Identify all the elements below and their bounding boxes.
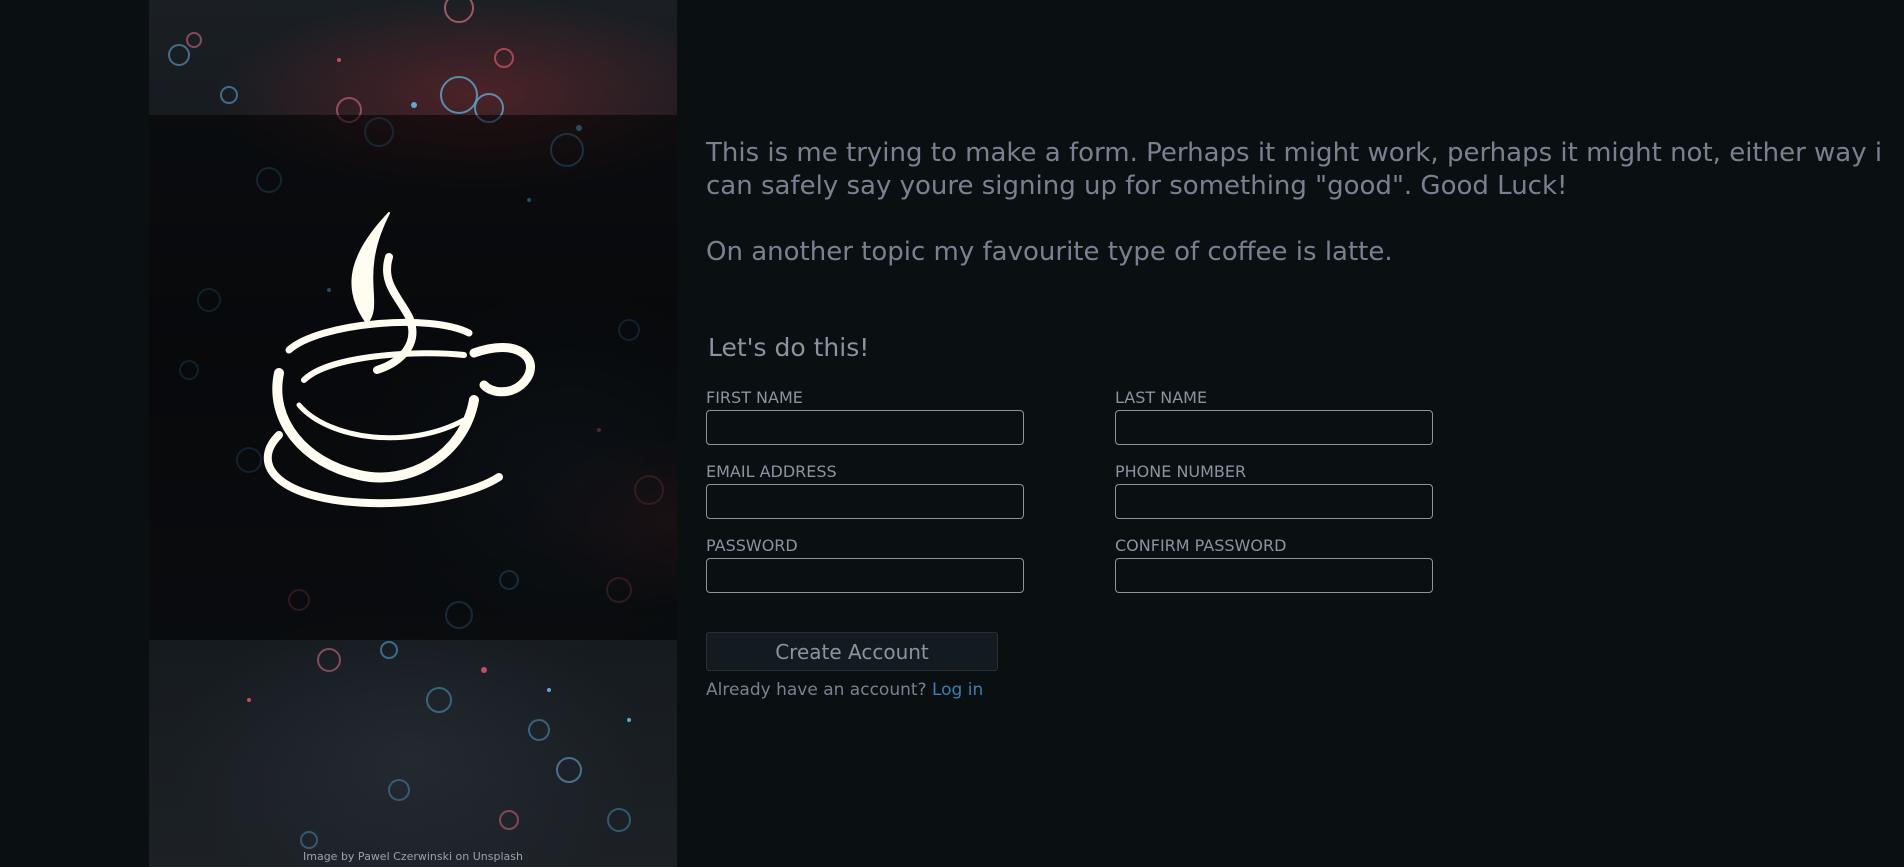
confirm-password-field: CONFIRM PASSWORD: [1115, 537, 1435, 593]
phone-label: PHONE NUMBER: [1115, 462, 1247, 481]
confirm-password-label: CONFIRM PASSWORD: [1115, 536, 1287, 555]
last-name-label: LAST NAME: [1115, 388, 1208, 407]
form-title: Let's do this!: [708, 333, 870, 362]
email-field: EMAIL ADDRESS: [706, 463, 1026, 519]
first-name-field: FIRST NAME: [706, 389, 1026, 445]
first-name-input[interactable]: [706, 410, 1024, 445]
create-account-button[interactable]: Create Account: [706, 632, 998, 671]
email-input[interactable]: [706, 484, 1024, 519]
last-name-field: LAST NAME: [1115, 389, 1435, 445]
password-input[interactable]: [706, 558, 1024, 593]
coffee-paragraph: On another topic my favourite type of co…: [706, 237, 1393, 267]
image-credit: Image by Pawel Czerwinski on Unsplash: [303, 850, 523, 863]
intro-paragraph: This is me trying to make a form. Perhap…: [706, 138, 1883, 201]
email-label: EMAIL ADDRESS: [706, 462, 837, 481]
last-name-input[interactable]: [1115, 410, 1433, 445]
login-prompt-text: Already have an account?: [706, 680, 927, 700]
login-link[interactable]: Log in: [932, 680, 983, 700]
phone-field: PHONE NUMBER: [1115, 463, 1435, 519]
first-name-label: FIRST NAME: [706, 388, 803, 407]
coffee-cup-icon: [263, 212, 535, 508]
login-prompt: Already have an account? Log in: [706, 680, 983, 700]
signup-page: Image by Pawel Czerwinski on Unsplash Th…: [0, 0, 1904, 867]
hero-image: Image by Pawel Czerwinski on Unsplash: [149, 0, 677, 867]
password-field: PASSWORD: [706, 537, 1026, 593]
confirm-password-input[interactable]: [1115, 558, 1433, 593]
phone-input[interactable]: [1115, 484, 1433, 519]
password-label: PASSWORD: [706, 536, 798, 555]
